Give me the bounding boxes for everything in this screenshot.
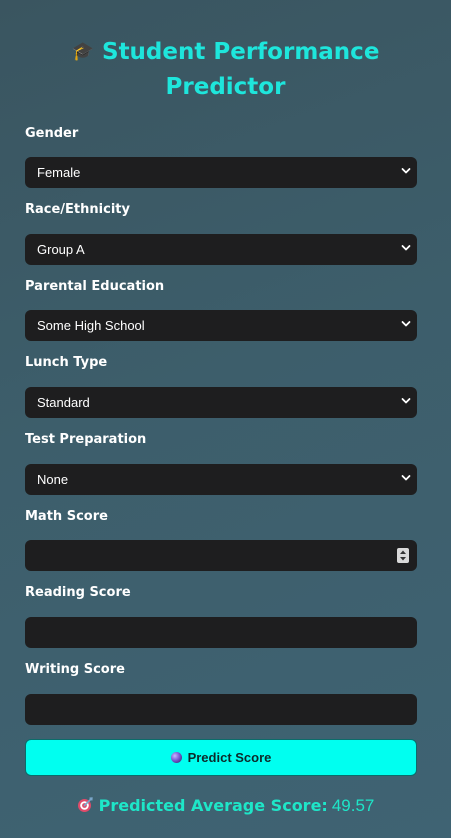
gender-label: Gender (25, 126, 79, 141)
graduation-cap-icon: 🎓 (71, 41, 94, 62)
chevron-down-icon (401, 398, 411, 404)
chevron-down-icon (401, 475, 411, 481)
gender-select[interactable]: Female (25, 157, 417, 188)
chevron-down-icon (401, 245, 411, 251)
chevron-down-icon (401, 168, 411, 174)
page-title: 🎓 Student Performance Predictor (0, 34, 451, 105)
parental-education-select[interactable]: Some High School (25, 310, 417, 341)
predict-button-label: Predict Score (187, 750, 272, 765)
race-select[interactable]: Group A (25, 234, 417, 265)
test-prep-select[interactable]: None (25, 464, 417, 495)
prediction-result: Predicted Average Score: 49.57 (0, 794, 451, 818)
test-prep-label: Test Preparation (25, 432, 147, 447)
target-icon (77, 797, 93, 812)
title-line-2: Predictor (165, 74, 286, 100)
result-label: Predicted Average Score: (98, 796, 328, 815)
stepper-arrows-icon (400, 550, 406, 561)
predict-score-button[interactable]: Predict Score (25, 739, 417, 776)
math-label: Math Score (25, 509, 108, 524)
lunch-label: Lunch Type (25, 355, 108, 370)
race-label: Race/Ethnicity (25, 202, 130, 217)
number-stepper[interactable] (397, 548, 409, 563)
lunch-value: Standard (37, 395, 90, 410)
chevron-down-icon (401, 321, 411, 327)
parental-education-label: Parental Education (25, 279, 165, 294)
writing-label: Writing Score (25, 662, 125, 677)
reading-score-input[interactable] (25, 617, 417, 648)
result-value: 49.57 (331, 796, 375, 815)
math-score-input[interactable] (25, 540, 417, 571)
gender-value: Female (37, 165, 81, 180)
race-value: Group A (37, 242, 85, 257)
reading-label: Reading Score (25, 585, 131, 600)
parental-education-value: Some High School (37, 318, 145, 333)
title-line-1: Student Performance (102, 39, 380, 65)
crystal-ball-icon (170, 752, 182, 763)
test-prep-value: None (37, 472, 69, 487)
lunch-select[interactable]: Standard (25, 387, 417, 418)
writing-score-input[interactable] (25, 694, 417, 725)
